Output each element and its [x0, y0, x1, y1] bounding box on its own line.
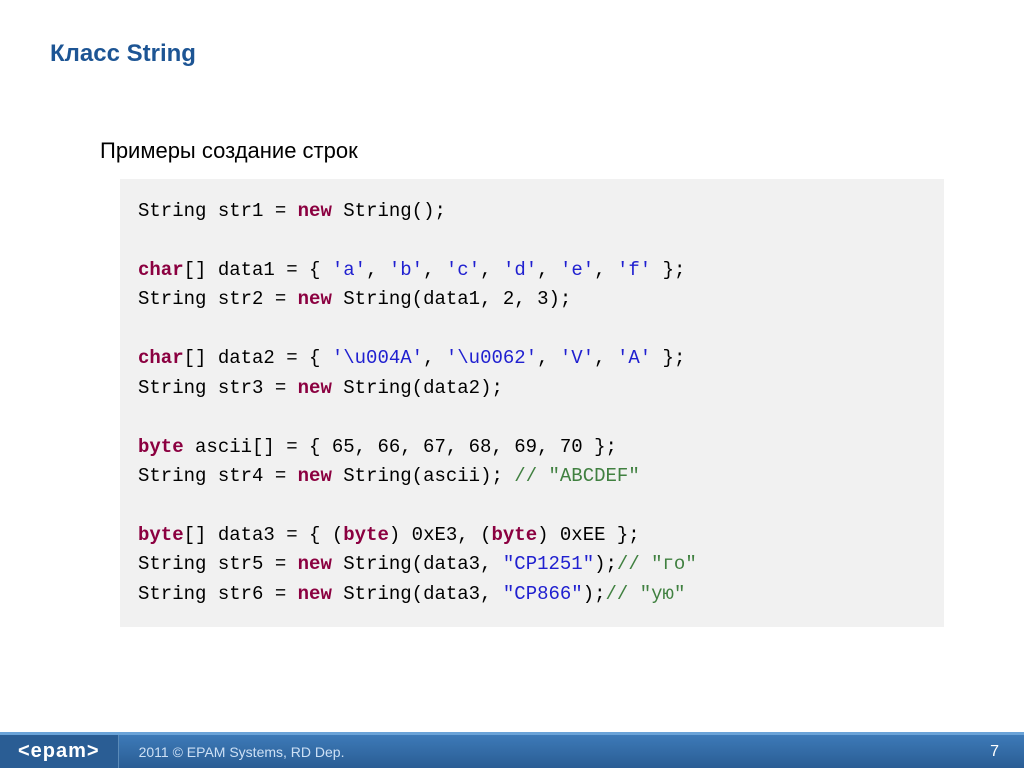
code-block: String str1 = new String(); char[] data1… [120, 179, 944, 627]
slide-subtitle: Примеры создание строк [100, 138, 974, 164]
code-line: String str1 = new String(); [138, 197, 926, 226]
code-line [138, 491, 926, 520]
epam-logo: <epam> [0, 735, 119, 768]
code-line: char[] data2 = { '\u004A', '\u0062', 'V'… [138, 344, 926, 373]
code-line: char[] data1 = { 'a', 'b', 'c', 'd', 'e'… [138, 256, 926, 285]
code-line [138, 315, 926, 344]
page-number: 7 [990, 743, 999, 761]
slide-title: Класс String [50, 40, 974, 68]
code-line: byte[] data3 = { (byte) 0xE3, (byte) 0xE… [138, 521, 926, 550]
code-line: byte ascii[] = { 65, 66, 67, 68, 69, 70 … [138, 433, 926, 462]
copyright-text: 2011 © EPAM Systems, RD Dep. [139, 744, 345, 760]
footer-bar: <epam> 2011 © EPAM Systems, RD Dep. 7 [0, 732, 1024, 768]
slide-container: Класс String Примеры создание строк Stri… [0, 0, 1024, 768]
code-line: String str5 = new String(data3, "CP1251"… [138, 550, 926, 579]
code-line [138, 403, 926, 432]
code-line [138, 226, 926, 255]
code-line: String str3 = new String(data2); [138, 374, 926, 403]
code-line: String str2 = new String(data1, 2, 3); [138, 285, 926, 314]
code-line: String str6 = new String(data3, "CP866")… [138, 580, 926, 609]
code-line: String str4 = new String(ascii); // "ABC… [138, 462, 926, 491]
